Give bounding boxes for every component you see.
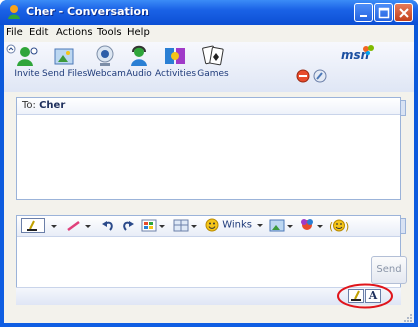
window-title: Cher - Conversation [26, 5, 149, 18]
show-display-picture-arrow[interactable] [401, 218, 406, 234]
minimize-button[interactable] [354, 3, 373, 22]
to-label: To: [22, 100, 36, 111]
winks-smiley-icon [205, 218, 219, 232]
resize-grip-icon[interactable] [403, 313, 413, 323]
games-label: Games [197, 69, 229, 79]
redo-icon[interactable] [121, 218, 135, 233]
nudge-dropdown-icon[interactable] [315, 218, 325, 233]
window-client-area: File Edit Actions Tools Help Invite Send… [4, 25, 414, 323]
ink-dropdown-icon[interactable] [189, 218, 199, 233]
color-grid-icon[interactable] [141, 218, 157, 233]
show-contact-panel-arrow[interactable] [401, 100, 406, 116]
activities-button[interactable]: Activities [155, 44, 197, 79]
winks-label: Winks [222, 219, 252, 231]
conversation-window: Cher - Conversation File Edit Actions To… [0, 0, 418, 327]
color-dropdown-icon[interactable] [157, 218, 167, 233]
invite-button[interactable]: Invite [14, 44, 40, 79]
nudge-icon[interactable] [299, 218, 315, 233]
highlight-ring [337, 283, 393, 309]
formatting-toolbar: Winks ( ) [17, 216, 400, 237]
send-files-button[interactable]: Send Files [42, 44, 88, 79]
activities-label: Activities [155, 69, 197, 79]
close-button[interactable] [394, 3, 413, 22]
maximize-icon [378, 7, 390, 19]
pen-icon[interactable] [65, 218, 83, 233]
close-icon [399, 8, 409, 18]
audio-button[interactable]: Audio [124, 44, 154, 79]
status-bar [4, 313, 414, 323]
to-bar: To: Cher [17, 98, 400, 115]
audio-icon [131, 45, 147, 66]
background-image-icon[interactable] [269, 218, 285, 233]
dropdown-arrow-icon[interactable] [49, 218, 59, 233]
conversation-history-pane[interactable]: To: Cher [16, 97, 401, 200]
ink-grid-icon[interactable] [173, 218, 189, 233]
winks-button[interactable]: Winks [205, 218, 265, 233]
svg-text:(: ( [329, 220, 333, 233]
main-toolbar: Invite Send Files Webcam Audio Activitie… [4, 42, 414, 92]
audio-label: Audio [126, 69, 152, 79]
menu-help[interactable]: Help [127, 27, 150, 38]
block-icon[interactable] [296, 69, 310, 83]
webcam-icon [96, 45, 114, 66]
menu-edit[interactable]: Edit [29, 27, 48, 38]
webcam-button[interactable]: Webcam [87, 44, 126, 79]
contact-name[interactable]: Cher [39, 100, 65, 111]
games-button[interactable]: Games [196, 44, 230, 79]
minimize-icon [360, 15, 367, 17]
send-button[interactable]: Send [371, 256, 407, 284]
menu-actions[interactable]: Actions [56, 27, 93, 38]
webcam-label: Webcam [87, 69, 126, 79]
maximize-button[interactable] [374, 3, 393, 22]
activities-icon [165, 48, 185, 64]
emoticon-icon[interactable]: ( ) [329, 218, 349, 233]
menu-file[interactable]: File [6, 27, 23, 38]
svg-text:): ) [345, 220, 349, 233]
pen-dropdown-icon[interactable] [83, 218, 93, 233]
invite-label: Invite [14, 69, 40, 79]
background-icon[interactable] [313, 69, 327, 83]
send-files-label: Send Files [42, 69, 88, 79]
menu-bar: File Edit Actions Tools Help [4, 25, 414, 42]
winks-dropdown-icon [257, 224, 264, 227]
invite-icon [17, 47, 38, 66]
title-bar[interactable]: Cher - Conversation [0, 0, 418, 25]
background-dropdown-icon[interactable] [285, 218, 295, 233]
to-line: To: Cher [22, 100, 65, 111]
games-icon [202, 45, 224, 66]
msn-butterfly-icon [8, 5, 20, 19]
undo-icon[interactable] [101, 218, 115, 233]
menu-tools[interactable]: Tools [97, 27, 122, 38]
msn-butterfly-logo-icon [363, 45, 374, 55]
font-style-icon[interactable] [21, 218, 45, 233]
send-files-icon [54, 48, 74, 65]
